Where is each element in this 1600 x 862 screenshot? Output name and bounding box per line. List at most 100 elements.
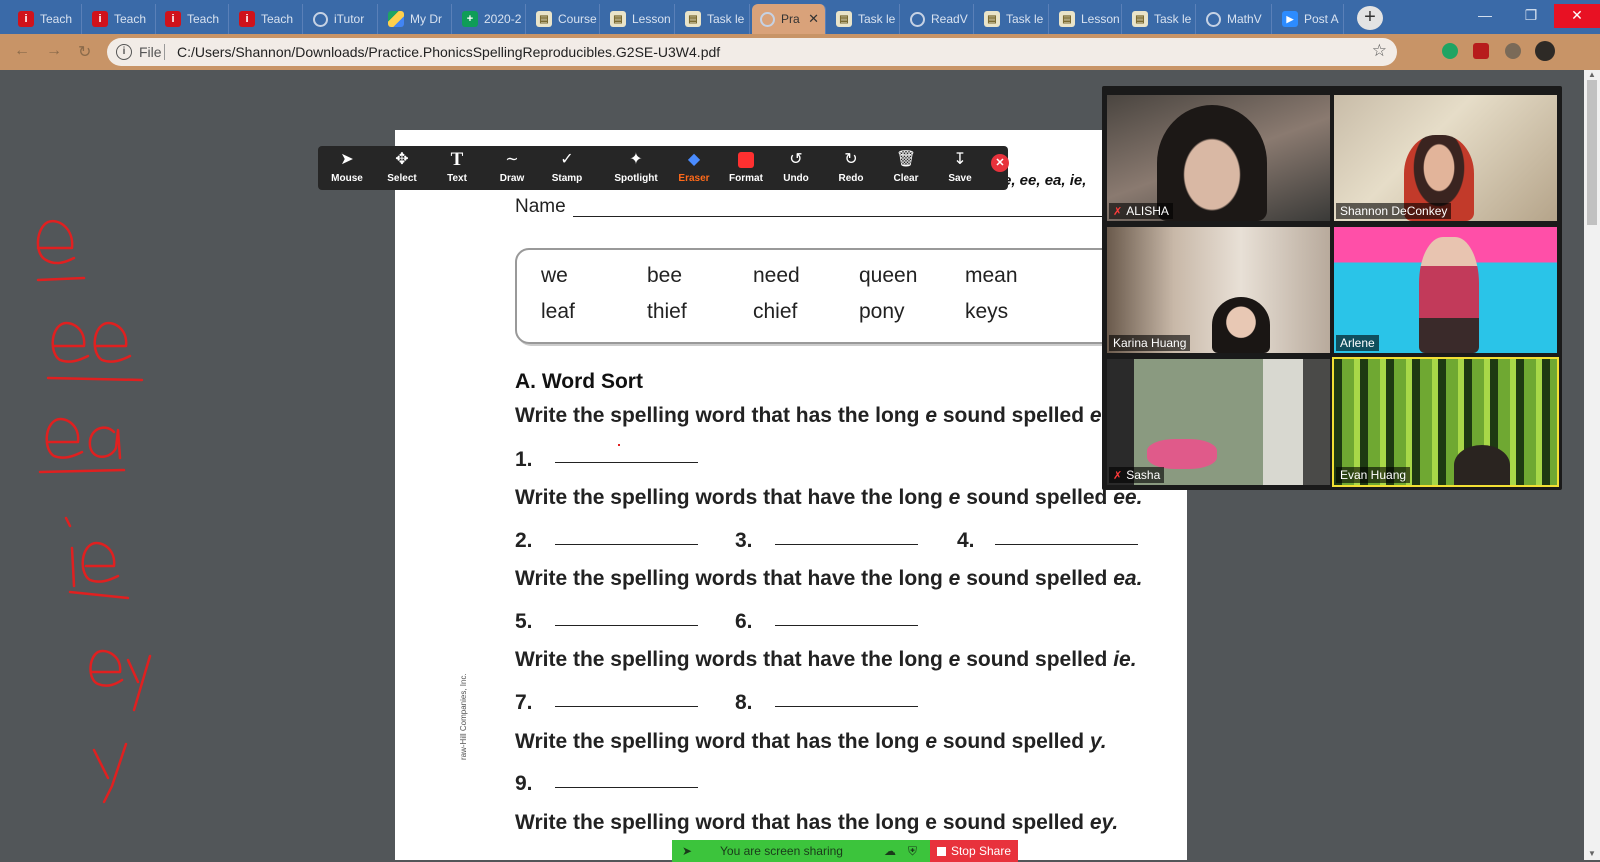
browser-tab[interactable]: iTutor (305, 4, 378, 34)
globe-tab-icon (910, 11, 925, 27)
answer-blank (775, 625, 918, 626)
browser-tab[interactable]: ▤ Task le (828, 4, 900, 34)
browser-tab[interactable]: ▤ Lesson (602, 4, 675, 34)
move-icon: ✥ (395, 151, 409, 168)
extension-green-icon[interactable] (1442, 43, 1458, 59)
word-bank-word: we (541, 264, 568, 287)
tool-clear[interactable]: 🗑 Clear (879, 150, 933, 184)
copyright-sideways: raw-Hill Companies, Inc. (459, 673, 468, 760)
word-bank-word: chief (753, 300, 798, 323)
profile-avatar[interactable] (1535, 41, 1555, 61)
item-number: 7. (515, 691, 533, 714)
file-label: File (139, 44, 162, 60)
instruction-ee: Write the spelling words that have the l… (515, 486, 1143, 509)
word-bank-word: keys (965, 300, 1009, 323)
word-bank-word: bee (647, 264, 683, 287)
annotation-close-icon[interactable]: ✕ (991, 154, 1009, 172)
tool-save[interactable]: ↧ Save (933, 150, 987, 184)
video-tile[interactable]: ✗ Sasha (1107, 359, 1330, 485)
address-bar[interactable]: i File C:/Users/Shannon/Downloads/Practi… (107, 38, 1397, 66)
minimize-button[interactable]: — (1462, 4, 1508, 28)
browser-tab[interactable]: ReadV (902, 4, 974, 34)
handwritten-annotations (36, 219, 152, 804)
browser-tab[interactable]: i Teach (231, 4, 303, 34)
new-tab-button[interactable]: + (1357, 6, 1383, 30)
tool-undo[interactable]: ↺ Undo (769, 150, 823, 184)
browser-tab[interactable]: ▶ Post A (1274, 4, 1344, 34)
video-tile[interactable]: Karina Huang (1107, 227, 1330, 353)
pillow-shape (1147, 439, 1217, 469)
extension-puzzle-icon[interactable] (1505, 43, 1521, 59)
tab-label: Teach (261, 12, 294, 26)
word-bank: we bee need queen mean leaf thief chief … (515, 248, 1119, 344)
scrollbar-thumb[interactable] (1587, 80, 1597, 225)
browser-tab[interactable]: i Teach (10, 4, 82, 34)
vertical-scrollbar[interactable]: ▲ ▼ (1584, 70, 1600, 860)
tool-text[interactable]: T Text (430, 150, 484, 185)
scroll-down-icon[interactable]: ▼ (1588, 849, 1596, 858)
i-tab-icon: i (165, 11, 181, 27)
instruction-ie: Write the spelling words that have the l… (515, 648, 1137, 671)
browser-tab[interactable]: ▤ Task le (976, 4, 1049, 34)
tool-mouse[interactable]: ➤ Mouse (320, 150, 374, 184)
browser-tab[interactable]: MathV (1198, 4, 1272, 34)
tool-spotlight[interactable]: ✦ Spotlight (604, 150, 668, 184)
tab-label: Task le (1154, 12, 1192, 26)
sharing-status-text: You are screen sharing (720, 844, 843, 858)
back-icon[interactable]: ← (14, 42, 30, 60)
doc-tab-icon: ▤ (685, 11, 701, 27)
video-tile[interactable]: Evan Huang (1332, 357, 1559, 487)
annotation-dot (618, 444, 620, 446)
url-text[interactable]: C:/Users/Shannon/Downloads/Practice.Phon… (177, 44, 720, 60)
doc-tab-icon: ▤ (1132, 11, 1148, 27)
redo-icon: ↻ (844, 151, 858, 168)
bookmark-star-icon[interactable]: ☆ (1372, 41, 1387, 61)
stop-share-button[interactable]: Stop Share (930, 840, 1018, 862)
underline-ee (46, 376, 144, 382)
tool-stamp[interactable]: ✓ Stamp (540, 150, 594, 184)
tab-label: Teach (114, 12, 147, 26)
tool-eraser[interactable]: ◆ Eraser (667, 150, 721, 184)
browser-tab[interactable]: ▤ Task le (677, 4, 750, 34)
answer-blank (775, 544, 918, 545)
globe-tab-icon (760, 11, 775, 27)
handwriting-e (36, 219, 76, 265)
scroll-up-icon[interactable]: ▲ (1588, 70, 1596, 79)
video-tile[interactable]: Shannon DeConkey (1334, 95, 1557, 221)
forward-icon[interactable]: → (46, 42, 62, 60)
zoom-tab-icon: ▶ (1282, 11, 1298, 27)
tool-format[interactable]: Format (719, 150, 773, 184)
browser-tab[interactable]: ▤ Task le (1124, 4, 1196, 34)
browser-tab[interactable]: ▤ Lesson (1051, 4, 1122, 34)
word-bank-word: need (753, 264, 800, 287)
browser-tab[interactable]: ▤ Course (528, 4, 600, 34)
tool-redo[interactable]: ↻ Redo (824, 150, 878, 184)
participant-name: Arlene (1336, 335, 1379, 351)
sharing-status[interactable]: ➤ You are screen sharing ☁ ⛨ (672, 840, 930, 862)
save-icon: ↧ (953, 151, 967, 168)
participant-figure (1212, 297, 1270, 353)
browser-tab[interactable]: My Dr (380, 4, 452, 34)
participant-figure (1419, 237, 1479, 353)
tool-select[interactable]: ✥ Select (375, 150, 429, 184)
instruction-e: Write the spelling word that has the lon… (515, 404, 1102, 427)
tab-label: Lesson (1081, 12, 1120, 26)
video-tile[interactable]: ✗ ALISHA (1107, 95, 1330, 221)
address-divider (164, 44, 165, 60)
restore-button[interactable]: ❐ (1508, 4, 1554, 28)
reload-icon[interactable]: ↻ (78, 42, 91, 62)
annotation-toolbar: ➤ Mouse ✥ Select T Text ∼ Draw ✓ Stamp ✦… (318, 146, 1008, 190)
handwriting-y (92, 742, 128, 804)
tool-draw[interactable]: ∼ Draw (485, 150, 539, 184)
word-bank-word: queen (859, 264, 918, 287)
browser-tab[interactable]: i Teach (157, 4, 229, 34)
video-tile[interactable]: Arlene (1334, 227, 1557, 353)
window-close-button[interactable]: ✕ (1554, 4, 1600, 28)
browser-tab[interactable]: Pra ✕ (752, 4, 826, 34)
answer-blank (555, 462, 698, 463)
browser-tab[interactable]: i Teach (84, 4, 156, 34)
browser-tab[interactable]: +2020-2 (454, 4, 526, 34)
info-icon[interactable]: i (116, 44, 132, 60)
tab-close-icon[interactable]: ✕ (808, 11, 819, 27)
ublock-icon[interactable] (1473, 43, 1489, 59)
